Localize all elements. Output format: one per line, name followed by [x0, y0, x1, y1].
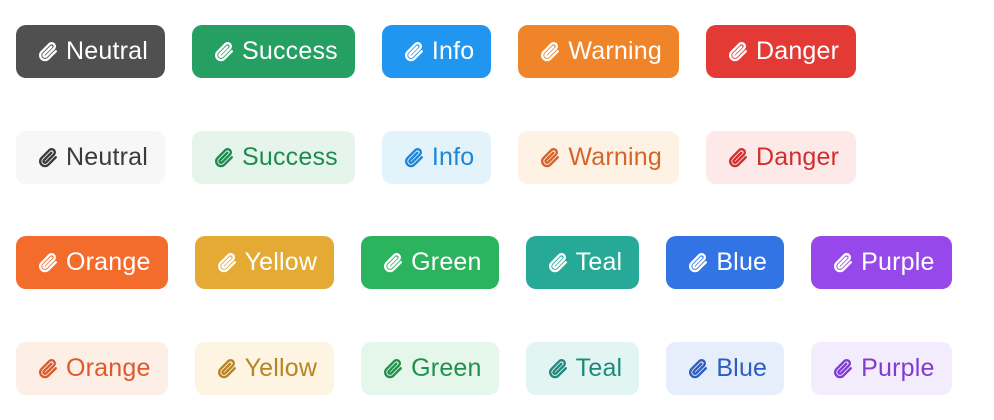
paperclip-icon — [212, 40, 236, 64]
paperclip-icon — [546, 251, 570, 275]
badge-solid-purple[interactable]: Purple — [811, 236, 952, 289]
paperclip-icon — [686, 251, 710, 275]
soft-status-badges-row: Neutral Success Info Warning Danger — [16, 131, 857, 184]
paperclip-icon — [546, 357, 570, 381]
paperclip-icon — [215, 251, 239, 275]
badge-solid-orange[interactable]: Orange — [16, 236, 168, 289]
paperclip-icon — [726, 40, 750, 64]
paperclip-icon — [686, 357, 710, 381]
badge-label: Green — [411, 354, 482, 382]
paperclip-icon — [402, 40, 426, 64]
badge-label: Danger — [755, 37, 840, 65]
badge-label: Success — [242, 143, 338, 171]
paperclip-icon — [212, 146, 236, 170]
paperclip-icon — [36, 251, 60, 275]
badge-solid-warning[interactable]: Warning — [518, 25, 679, 78]
paperclip-icon — [831, 357, 855, 381]
badge-label: Purple — [861, 354, 935, 382]
badge-label: Teal — [575, 354, 623, 382]
badge-label: Neutral — [66, 37, 148, 65]
badge-solid-success[interactable]: Success — [192, 25, 355, 78]
badge-soft-warning[interactable]: Warning — [518, 131, 679, 184]
badge-solid-blue[interactable]: Blue — [666, 236, 785, 289]
solid-color-badges-row: Orange Yellow Green Teal Blue Purple — [16, 236, 952, 289]
paperclip-icon — [726, 146, 750, 170]
paperclip-icon — [36, 40, 60, 64]
paperclip-icon — [831, 251, 855, 275]
badge-soft-teal[interactable]: Teal — [525, 342, 640, 395]
badge-label: Yellow — [244, 354, 318, 382]
paperclip-icon — [381, 357, 405, 381]
badge-label: Yellow — [244, 248, 318, 276]
badge-label: Orange — [66, 248, 151, 276]
badge-soft-orange[interactable]: Orange — [16, 342, 168, 395]
paperclip-icon — [538, 40, 562, 64]
badge-soft-purple[interactable]: Purple — [811, 342, 952, 395]
paperclip-icon — [36, 357, 60, 381]
badge-solid-green[interactable]: Green — [361, 236, 499, 289]
badge-soft-green[interactable]: Green — [361, 342, 499, 395]
badge-label: Info — [431, 37, 475, 65]
badge-soft-danger[interactable]: Danger — [705, 131, 857, 184]
badge-soft-yellow[interactable]: Yellow — [194, 342, 335, 395]
badge-soft-info[interactable]: Info — [381, 131, 492, 184]
badge-label: Purple — [861, 248, 935, 276]
badge-label: Blue — [716, 354, 768, 382]
badge-soft-blue[interactable]: Blue — [666, 342, 785, 395]
solid-status-badges-row: Neutral Success Info Warning Danger — [16, 25, 857, 78]
badge-label: Success — [242, 37, 338, 65]
badge-label: Teal — [575, 248, 623, 276]
badge-soft-neutral[interactable]: Neutral — [16, 131, 165, 184]
paperclip-icon — [36, 146, 60, 170]
badge-label: Blue — [716, 248, 768, 276]
badge-solid-yellow[interactable]: Yellow — [194, 236, 335, 289]
badge-solid-teal[interactable]: Teal — [525, 236, 640, 289]
badge-soft-success[interactable]: Success — [192, 131, 355, 184]
badge-label: Info — [431, 143, 475, 171]
badge-label: Neutral — [66, 143, 148, 171]
badge-label: Green — [411, 248, 482, 276]
badge-solid-danger[interactable]: Danger — [705, 25, 857, 78]
paperclip-icon — [381, 251, 405, 275]
paperclip-icon — [538, 146, 562, 170]
badge-label: Danger — [755, 143, 840, 171]
paperclip-icon — [402, 146, 426, 170]
soft-color-badges-row: Orange Yellow Green Teal Blue Purple — [16, 342, 952, 395]
badge-label: Warning — [568, 143, 662, 171]
badge-solid-info[interactable]: Info — [381, 25, 492, 78]
badge-label: Orange — [66, 354, 151, 382]
paperclip-icon — [215, 357, 239, 381]
badge-solid-neutral[interactable]: Neutral — [16, 25, 165, 78]
badge-label: Warning — [568, 37, 662, 65]
